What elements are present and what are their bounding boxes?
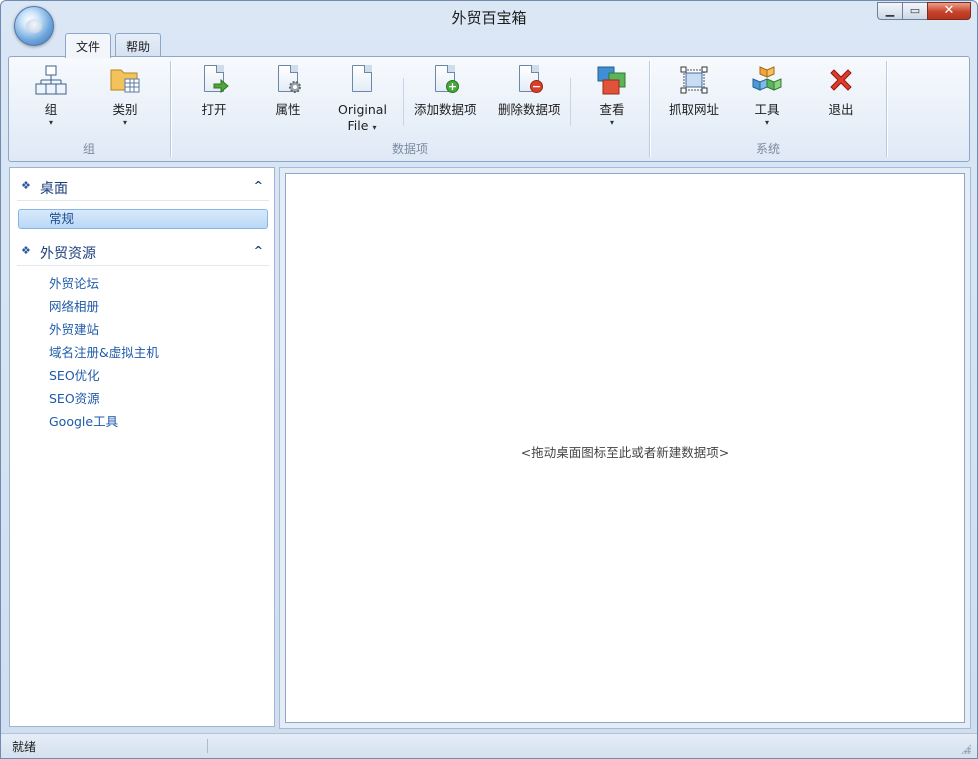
nav-item-trade-forum[interactable]: 外贸论坛 (18, 274, 268, 294)
minimize-icon: ▁ (885, 4, 895, 17)
resize-grip-icon[interactable] (961, 744, 971, 754)
collapse-chevron-icon[interactable]: ^ (254, 244, 263, 257)
nav-section-title: 外贸资源 (40, 246, 96, 262)
add-data-item-button[interactable]: + 添加数据项 (414, 64, 477, 118)
doc-add-icon: + (429, 64, 461, 96)
tab-help[interactable]: 帮助 (115, 33, 162, 57)
chevron-down-icon: ▾ (764, 118, 769, 127)
ribbon-inner-divider (403, 78, 404, 126)
chevron-down-icon: ▾ (372, 123, 377, 132)
capture-frame-icon (678, 64, 710, 96)
close-button[interactable]: ✕ (927, 2, 971, 20)
view-windows-icon (596, 64, 628, 96)
doc-open-icon (198, 64, 230, 96)
close-icon: ✕ (943, 3, 955, 18)
folder-grid-icon (109, 64, 141, 96)
ribbon-group-system: 抓取网址 工具 ▾ 退出 系统 (651, 60, 885, 160)
nav-item-seo-resources[interactable]: SEO资源 (18, 389, 268, 409)
status-text: 就绪 (12, 740, 37, 754)
org-chart-icon (35, 64, 67, 96)
section-bullet-icon: ❖ (21, 244, 31, 257)
exit-button[interactable]: 退出 (821, 64, 861, 118)
ribbon-group-label: 系统 (755, 142, 780, 156)
ribbon: 组 ▾ 类别 ▾ 组 打开 属性 Original File ▾ + 添加数据项… (8, 56, 970, 162)
properties-button[interactable]: 属性 (268, 64, 308, 118)
ribbon-divider (649, 61, 650, 157)
delete-data-item-button[interactable]: − 删除数据项 (498, 64, 561, 118)
navigation-panel: ❖ 桌面 ^ 常规 ❖ 外贸资源 ^ 外贸论坛 网络相册 外贸建站 域名注册&虚… (9, 167, 275, 727)
title-bar: 外贸百宝箱 ▁ ▭ ✕ (1, 1, 977, 46)
nav-item-google-tools[interactable]: Google工具 (18, 412, 268, 432)
minimize-button[interactable]: ▁ (877, 2, 903, 20)
ribbon-group-label: 组 (82, 142, 95, 156)
original-file-button[interactable]: Original File ▾ (338, 64, 387, 134)
original-file-label-line1: Original (338, 102, 387, 117)
doc-gear-icon (272, 64, 304, 96)
ribbon-inner-divider (570, 78, 571, 126)
window-controls: ▁ ▭ ✕ (877, 2, 971, 20)
capture-url-label: 抓取网址 (668, 102, 719, 117)
drop-target-area[interactable]: <拖动桌面图标至此或者新建数据项> (285, 173, 965, 723)
content-area: <拖动桌面图标至此或者新建数据项> (279, 167, 971, 729)
capture-url-button[interactable]: 抓取网址 (666, 64, 722, 118)
ribbon-group-label: 数据项 (391, 142, 428, 156)
add-data-item-label: 添加数据项 (414, 102, 477, 117)
app-window: 外贸百宝箱 ▁ ▭ ✕ 文件 帮助 组 ▾ 类别 ▾ 组 打开 属性 Origi… (0, 0, 978, 759)
nav-item-general[interactable]: 常规 (18, 209, 268, 229)
nav-item-web-album[interactable]: 网络相册 (18, 297, 268, 317)
maximize-icon: ▭ (909, 4, 921, 17)
open-button-label: 打开 (201, 102, 227, 117)
status-bar: 就绪 (1, 733, 977, 758)
ribbon-divider (886, 61, 887, 157)
ribbon-group-data-items: 打开 属性 Original File ▾ + 添加数据项 − 删除数据项 查看… (172, 60, 648, 160)
view-button-label: 查看 (599, 102, 625, 117)
doc-plain-icon (346, 64, 378, 96)
chevron-down-icon: ▾ (48, 118, 53, 127)
properties-button-label: 属性 (275, 102, 301, 117)
open-button[interactable]: 打开 (194, 64, 234, 118)
nav-item-domain-hosting[interactable]: 域名注册&虚拟主机 (18, 343, 268, 363)
exit-button-label: 退出 (828, 102, 854, 117)
category-button[interactable]: 类别 ▾ (105, 64, 145, 128)
tools-button[interactable]: 工具 ▾ (747, 64, 787, 128)
tab-file[interactable]: 文件 (65, 33, 112, 58)
chevron-down-icon: ▾ (122, 118, 127, 127)
status-divider (207, 739, 208, 753)
nav-item-seo-optimization[interactable]: SEO优化 (18, 366, 268, 386)
delete-data-item-label: 删除数据项 (498, 102, 561, 117)
chevron-down-icon: ▾ (609, 118, 614, 127)
section-bullet-icon: ❖ (21, 179, 31, 192)
nav-section-title: 桌面 (40, 181, 68, 197)
nav-section-trade-resources[interactable]: ❖ 外贸资源 ^ (17, 238, 269, 266)
view-button[interactable]: 查看 ▾ (592, 64, 632, 128)
app-menu-orb-icon[interactable] (14, 6, 54, 46)
nav-item-site-building[interactable]: 外贸建站 (18, 320, 268, 340)
exit-x-icon (825, 64, 857, 96)
original-file-label-line2: File ▾ (347, 118, 377, 133)
tools-button-label: 工具 (754, 102, 780, 117)
ribbon-divider (170, 61, 171, 157)
maximize-button[interactable]: ▭ (902, 2, 928, 20)
doc-remove-icon: − (513, 64, 545, 96)
collapse-chevron-icon[interactable]: ^ (254, 179, 263, 192)
drop-hint-text: <拖动桌面图标至此或者新建数据项> (520, 445, 730, 460)
group-button-label: 组 (44, 102, 58, 117)
category-button-label: 类别 (112, 102, 138, 117)
nav-section-desktop[interactable]: ❖ 桌面 ^ (17, 173, 269, 201)
group-button[interactable]: 组 ▾ (31, 64, 71, 128)
window-title: 外贸百宝箱 (451, 9, 527, 27)
toolbox-cubes-icon (751, 64, 783, 96)
ribbon-group-group: 组 ▾ 类别 ▾ 组 (9, 60, 169, 160)
